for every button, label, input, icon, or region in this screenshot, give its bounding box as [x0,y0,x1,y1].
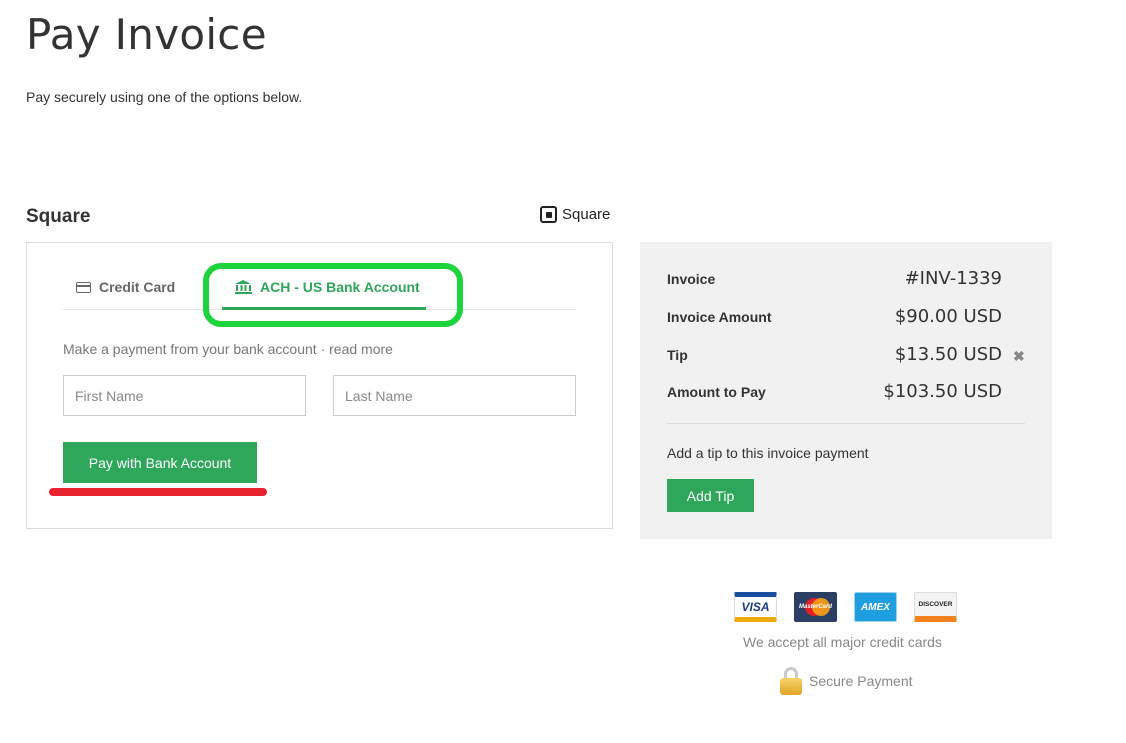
summary-row-invoice: Invoice #INV-1339 [667,268,1002,289]
amount-to-pay-value: $103.50 USD [883,381,1002,402]
summary-divider [667,423,1025,424]
discover-icon: DISCOVER [914,592,957,622]
provider-logo: Square [540,206,610,223]
annotation-underline [49,488,267,496]
visa-icon: VISA [734,592,777,622]
payment-panel: Credit Card ACH - US Bank Account Make a… [26,242,613,529]
tab-credit-card-label: Credit Card [99,279,176,295]
amex-icon: AMEX [854,592,897,622]
summary-row-tip: Tip $13.50 USD [667,344,1002,365]
square-logo-icon [540,206,557,223]
mastercard-icon: MasterCard [794,592,837,622]
summary-row-amount: Invoice Amount $90.00 USD [667,306,1002,327]
annotation-highlight-box [203,263,463,327]
secure-payment-text: Secure Payment [809,673,913,689]
tab-credit-card[interactable]: Credit Card [76,279,175,295]
tip-value: $13.50 USD [894,344,1002,365]
provider-logo-text: Square [562,206,611,223]
accepted-cards-text: We accept all major credit cards [743,634,942,650]
ach-description: Make a payment from your bank account · … [63,341,393,357]
remove-tip-icon[interactable]: ✖ [1013,348,1025,365]
page-title: Pay Invoice [26,10,267,59]
accepted-cards: VISA MasterCard AMEX DISCOVER [734,592,957,622]
credit-card-icon [76,281,91,293]
secure-payment: Secure Payment [780,667,913,695]
invoice-summary-panel: Invoice #INV-1339 Invoice Amount $90.00 … [640,242,1052,539]
pay-with-bank-account-button[interactable]: Pay with Bank Account [63,442,257,483]
invoice-label: Invoice [667,270,716,287]
first-name-field[interactable] [63,375,306,416]
invoice-amount-value: $90.00 USD [894,306,1002,327]
summary-row-total: Amount to Pay $103.50 USD [667,381,1002,402]
last-name-field[interactable] [333,375,576,416]
add-tip-button[interactable]: Add Tip [667,479,754,512]
tip-label: Tip [667,346,688,363]
mastercard-logo-text: MasterCard [798,604,832,610]
page-subtitle: Pay securely using one of the options be… [26,89,303,105]
amount-to-pay-label: Amount to Pay [667,383,766,400]
lock-icon [780,667,802,695]
provider-heading: Square [26,206,91,227]
invoice-number: #INV-1339 [904,268,1002,289]
invoice-amount-label: Invoice Amount [667,308,772,325]
tip-prompt: Add a tip to this invoice payment [667,445,869,461]
